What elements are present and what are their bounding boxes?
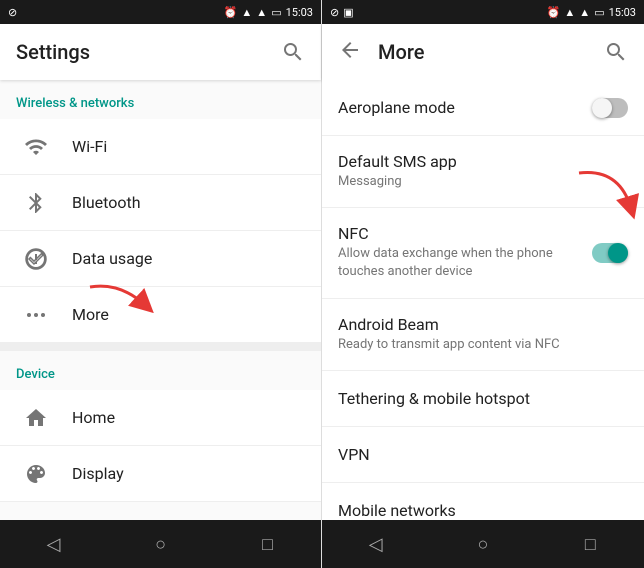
- wifi-status-icon: ▲: [241, 6, 252, 19]
- aeroplane-title: Aeroplane mode: [338, 98, 592, 117]
- signal-icon: ▲: [256, 6, 267, 19]
- android-beam-subtitle: Ready to transmit app content via NFC: [338, 336, 628, 354]
- time-left: 15:03: [286, 6, 313, 19]
- vpn-text: VPN: [338, 445, 628, 464]
- settings-title: Settings: [16, 40, 281, 64]
- aeroplane-item[interactable]: Aeroplane mode: [322, 80, 644, 136]
- nfc-item[interactable]: NFC Allow data exchange when the phone t…: [322, 208, 644, 298]
- data-usage-text: Data usage: [72, 249, 305, 268]
- search-button[interactable]: [281, 40, 305, 64]
- wireless-section-header: Wireless & networks: [0, 80, 321, 119]
- status-bar-left-icons: ⊘: [8, 6, 17, 19]
- bluetooth-text: Bluetooth: [72, 193, 305, 212]
- bluetooth-title: Bluetooth: [72, 193, 305, 212]
- right-panel: ⊘ ▣ ⏰ ▲ ▲ ▭ 15:03 More Aeroplane: [322, 0, 644, 568]
- display-title: Display: [72, 464, 305, 483]
- left-panel: ⊘ ⏰ ▲ ▲ ▭ 15:03 Settings Wireless & netw…: [0, 0, 322, 568]
- status-bar-right-left-icons: ⊘ ▣: [330, 6, 354, 19]
- back-button-left[interactable]: ◁: [34, 524, 74, 564]
- right-toolbar: More: [322, 24, 644, 80]
- status-bar-left: ⊘ ⏰ ▲ ▲ ▭ 15:03: [0, 0, 321, 24]
- wifi-title: Wi-Fi: [72, 137, 305, 156]
- recent-button-right[interactable]: □: [570, 524, 610, 564]
- sms-item[interactable]: Default SMS app Messaging: [322, 136, 644, 208]
- sidebar-item-more[interactable]: More: [0, 287, 321, 343]
- android-beam-item[interactable]: Android Beam Ready to transmit app conte…: [322, 299, 644, 371]
- home-title: Home: [72, 408, 305, 427]
- status-bar-right-icons: ⏰ ▲ ▲ ▭ 15:03: [224, 6, 313, 19]
- nfc-subtitle: Allow data exchange when the phone touch…: [338, 245, 592, 281]
- data-usage-icon: [16, 239, 56, 279]
- tethering-text: Tethering & mobile hotspot: [338, 389, 628, 408]
- right-nav-bar: ◁ ○ □: [322, 520, 644, 568]
- more-page-title: More: [378, 40, 604, 64]
- right-content: Aeroplane mode Default SMS app Messaging…: [322, 80, 644, 520]
- notification-icon: ⊘: [8, 6, 17, 19]
- search-button-right[interactable]: [604, 40, 628, 64]
- tethering-item[interactable]: Tethering & mobile hotspot: [322, 371, 644, 427]
- sms-subtitle: Messaging: [338, 173, 628, 191]
- mobile-networks-item[interactable]: Mobile networks: [322, 483, 644, 520]
- sms-text: Default SMS app Messaging: [338, 152, 628, 191]
- mobile-networks-title: Mobile networks: [338, 501, 628, 520]
- home-text: Home: [72, 408, 305, 427]
- sidebar-item-bluetooth[interactable]: Bluetooth: [0, 175, 321, 231]
- home-button-right[interactable]: ○: [463, 524, 503, 564]
- android-beam-title: Android Beam: [338, 315, 628, 334]
- alarm-icon: ⏰: [224, 6, 238, 19]
- status-bar-right: ⊘ ▣ ⏰ ▲ ▲ ▭ 15:03: [322, 0, 644, 24]
- mobile-networks-text: Mobile networks: [338, 501, 628, 520]
- more-text: More: [72, 305, 305, 324]
- wifi-icon: [16, 127, 56, 167]
- android-beam-text: Android Beam Ready to transmit app conte…: [338, 315, 628, 354]
- alarm-icon-r: ⏰: [547, 6, 561, 19]
- sidebar-item-data-usage[interactable]: Data usage: [0, 231, 321, 287]
- left-toolbar: Settings: [0, 24, 321, 80]
- vpn-item[interactable]: VPN: [322, 427, 644, 483]
- display-icon: [16, 454, 56, 494]
- back-button-right[interactable]: ◁: [356, 524, 396, 564]
- sms-title: Default SMS app: [338, 152, 628, 171]
- vpn-title: VPN: [338, 445, 628, 464]
- search-icon: [281, 40, 305, 64]
- left-content: Wireless & networks Wi-Fi Bluetooth: [0, 80, 321, 520]
- nfc-toggle[interactable]: [592, 243, 628, 263]
- time-right: 15:03: [609, 6, 636, 19]
- back-button-toolbar[interactable]: [338, 38, 362, 67]
- left-nav-bar: ◁ ○ □: [0, 520, 321, 568]
- more-title: More: [72, 305, 305, 324]
- sidebar-item-home[interactable]: Home: [0, 390, 321, 446]
- image-icon-r: ▣: [343, 6, 353, 19]
- aeroplane-text: Aeroplane mode: [338, 98, 592, 117]
- wifi-text: Wi-Fi: [72, 137, 305, 156]
- nfc-toggle-thumb: [608, 243, 628, 263]
- recent-button-left[interactable]: □: [248, 524, 288, 564]
- nfc-text: NFC Allow data exchange when the phone t…: [338, 224, 592, 281]
- home-button-left[interactable]: ○: [141, 524, 181, 564]
- home-icon: [16, 398, 56, 438]
- more-icon: [16, 295, 56, 335]
- aeroplane-toggle-thumb: [592, 98, 612, 118]
- battery-icon-r: ▭: [594, 6, 604, 19]
- tethering-title: Tethering & mobile hotspot: [338, 389, 628, 408]
- device-section-header: Device: [0, 351, 321, 390]
- sidebar-item-display[interactable]: Display: [0, 446, 321, 502]
- data-usage-title: Data usage: [72, 249, 305, 268]
- aeroplane-toggle[interactable]: [592, 98, 628, 118]
- nfc-title: NFC: [338, 224, 592, 243]
- display-text: Display: [72, 464, 305, 483]
- notification-icon-r: ⊘: [330, 6, 339, 19]
- signal-icon-r: ▲: [579, 6, 590, 19]
- battery-icon: ▭: [271, 6, 281, 19]
- status-bar-right-right-icons: ⏰ ▲ ▲ ▭ 15:03: [547, 6, 636, 19]
- wifi-status-icon-r: ▲: [564, 6, 575, 19]
- bluetooth-icon: [16, 183, 56, 223]
- device-separator: [0, 343, 321, 351]
- sidebar-item-wifi[interactable]: Wi-Fi: [0, 119, 321, 175]
